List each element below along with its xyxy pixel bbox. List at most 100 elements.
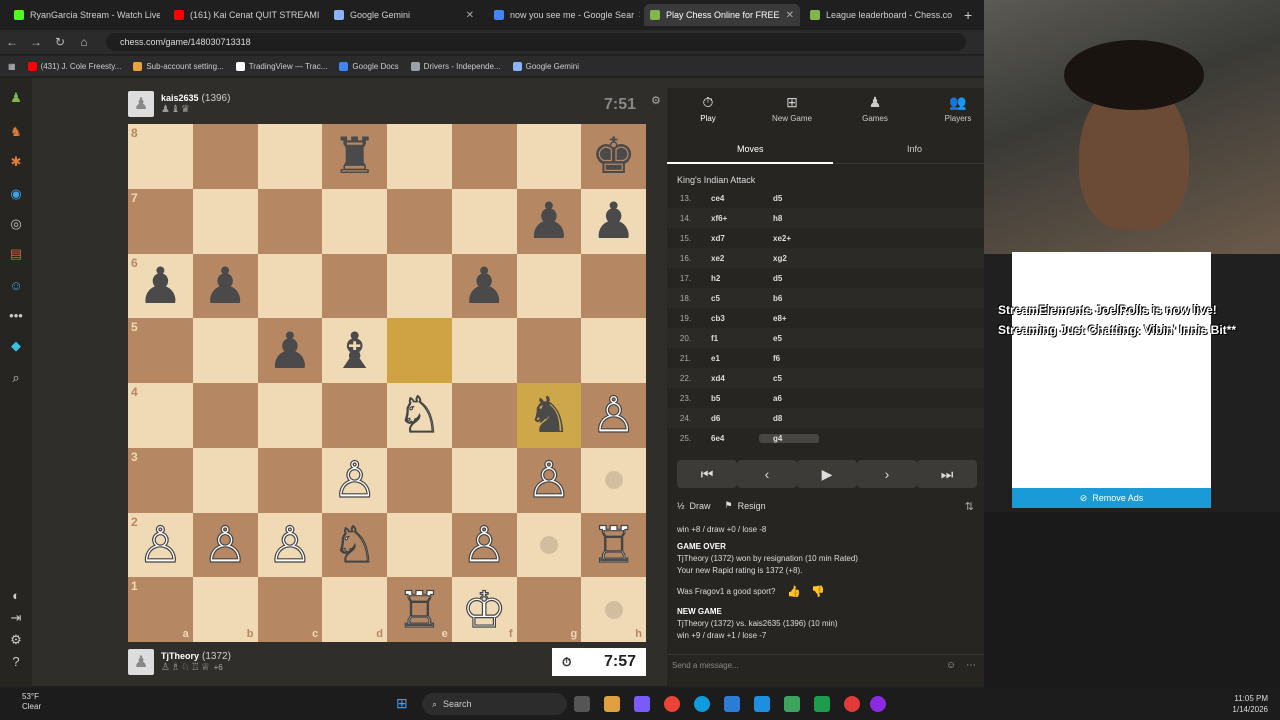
square-f7[interactable] — [451, 188, 517, 254]
apps-icon[interactable]: ▦ — [8, 62, 16, 71]
square-a2[interactable]: ♙ 2 — [128, 512, 193, 578]
square-d7[interactable] — [322, 188, 387, 254]
square-g7[interactable]: ♟ — [516, 188, 582, 254]
square-h5[interactable] — [581, 318, 646, 383]
back-icon[interactable]: ← — [0, 35, 24, 49]
chess-piece[interactable]: ♙ — [461, 519, 507, 570]
bookmark-gemini[interactable]: Google Gemini — [512, 61, 579, 71]
last-move-button[interactable]: ⏭ — [917, 460, 977, 488]
white-move[interactable]: xf6+ — [697, 214, 759, 223]
app-icon[interactable] — [784, 696, 800, 712]
square-h1[interactable]: h — [581, 577, 646, 642]
black-move[interactable]: xe2+ — [759, 234, 819, 243]
square-h6[interactable] — [581, 253, 646, 319]
puzzles-icon[interactable]: ✱ — [8, 154, 24, 170]
square-g8[interactable] — [516, 124, 582, 189]
square-h4[interactable]: ♙ — [581, 383, 646, 448]
square-a1[interactable]: 1a — [128, 577, 193, 642]
square-f1[interactable]: ♔ f — [451, 577, 517, 642]
square-a8[interactable]: 8 — [128, 124, 193, 189]
tab-new-game[interactable]: ⊞ New Game — [757, 94, 827, 123]
square-f2[interactable]: ♙ — [451, 512, 517, 578]
chess-piece[interactable]: ♙ — [591, 390, 637, 441]
white-move[interactable]: xd4 — [697, 374, 759, 383]
square-d3[interactable]: ♙ — [322, 447, 387, 513]
player-name[interactable]: TjTheory — [161, 651, 199, 661]
close-icon[interactable]: ✕ — [634, 10, 640, 21]
square-e2[interactable] — [387, 512, 452, 578]
diamond-icon[interactable]: ◆ — [8, 338, 24, 354]
weather-widget[interactable]: 53°F Clear — [22, 692, 41, 712]
chess-logo-icon[interactable]: ♟ — [8, 90, 24, 106]
square-b2[interactable]: ♙ — [192, 512, 258, 578]
collapse-icon[interactable]: ⇥ — [8, 610, 24, 626]
square-f6[interactable]: ♟ — [451, 253, 517, 319]
black-move[interactable]: h8 — [759, 214, 819, 223]
square-h8[interactable]: ♚ — [581, 124, 646, 189]
chess-piece[interactable]: ♖ — [591, 519, 637, 570]
square-f5[interactable] — [451, 318, 517, 383]
move-hint[interactable] — [604, 600, 623, 619]
square-e3[interactable] — [387, 447, 452, 513]
next-move-button[interactable]: › — [857, 460, 917, 488]
chess-piece[interactable]: ♟ — [591, 196, 636, 246]
more-options-icon[interactable]: ⋯ — [966, 660, 976, 671]
white-move[interactable]: d6 — [697, 414, 759, 423]
tab-gemini[interactable]: Google Gemini ✕ — [328, 4, 480, 26]
bookmark-jcole[interactable]: (431) J. Cole Freesty... — [27, 61, 121, 71]
square-e8[interactable] — [387, 124, 452, 189]
resign-button[interactable]: ⚑ Resign — [725, 500, 766, 511]
social-icon[interactable]: ☺ — [8, 278, 24, 294]
tab-ryangarcia[interactable]: RyanGarcia Stream - Watch Live✕ — [8, 4, 160, 26]
square-c1[interactable]: c — [257, 577, 323, 642]
square-d1[interactable]: d — [322, 577, 387, 642]
square-d5[interactable]: ♝ — [322, 318, 387, 383]
chess-piece[interactable]: ♟ — [138, 261, 183, 311]
chess-piece[interactable]: ♔ — [461, 584, 507, 635]
square-h3[interactable] — [581, 447, 646, 513]
square-d4[interactable] — [322, 383, 387, 448]
square-c3[interactable] — [257, 447, 323, 513]
chess-piece[interactable]: ♙ — [267, 519, 313, 570]
black-move[interactable]: xg2 — [759, 254, 819, 263]
square-e6[interactable] — [387, 253, 452, 319]
chess-piece[interactable]: ♜ — [332, 131, 377, 181]
move-hint[interactable] — [604, 471, 623, 490]
previous-move-button[interactable]: ‹ — [737, 460, 797, 488]
white-move[interactable]: c5 — [697, 294, 759, 303]
draw-button[interactable]: ½ Draw — [677, 501, 711, 511]
bookmark-tradingview[interactable]: TradingView — Trac... — [235, 61, 327, 71]
square-e4[interactable]: ♘ — [387, 383, 452, 448]
chrome-icon[interactable] — [664, 696, 680, 712]
emoji-icon[interactable]: ☺ — [946, 660, 956, 671]
square-c5[interactable]: ♟ — [257, 318, 323, 383]
black-move[interactable]: b6 — [759, 294, 819, 303]
help-icon[interactable]: ? — [8, 654, 24, 670]
remove-ads-button[interactable]: ⊘ Remove Ads — [1012, 488, 1211, 508]
white-move[interactable]: xe2 — [697, 254, 759, 263]
square-g4[interactable]: ♞ — [516, 383, 582, 448]
twitch-icon[interactable] — [870, 696, 886, 712]
close-icon[interactable]: ✕ — [782, 10, 794, 21]
chess-piece[interactable]: ♝ — [332, 326, 377, 376]
black-move[interactable]: d5 — [759, 194, 819, 203]
black-move[interactable]: e5 — [759, 334, 819, 343]
chess-piece[interactable]: ♟ — [462, 261, 507, 311]
square-b1[interactable]: b — [192, 577, 258, 642]
square-c7[interactable] — [257, 188, 323, 254]
black-move[interactable]: e8+ — [759, 314, 819, 323]
square-b7[interactable] — [192, 188, 258, 254]
obs-icon[interactable] — [844, 696, 860, 712]
white-move[interactable]: b5 — [697, 394, 759, 403]
settings-icon[interactable]: ⚙ — [651, 94, 661, 107]
move-hint[interactable] — [539, 535, 558, 554]
black-move[interactable]: d5 — [759, 274, 819, 283]
square-c2[interactable]: ♙ — [257, 512, 323, 578]
black-move[interactable]: c5 — [759, 374, 819, 383]
avatar[interactable]: ♟ — [128, 649, 154, 675]
thumbs-down-icon[interactable]: 👎 — [811, 586, 825, 598]
learn-icon[interactable]: ◉ — [8, 186, 24, 202]
task-view-icon[interactable] — [574, 696, 590, 712]
square-b3[interactable] — [192, 447, 258, 513]
chess-board[interactable]: 8 ♜ ♚ 7 ♟ ♟ ♟ 6 ♟ ♟ 5 ♟ ♝ 4 ♘ ♞ ♙ 3 ♙ ♙ ♙ 2 ♙ ♙ ♘ ♙ ♖ 1 a b c d ♖ e ♔ f g h — [128, 124, 646, 642]
